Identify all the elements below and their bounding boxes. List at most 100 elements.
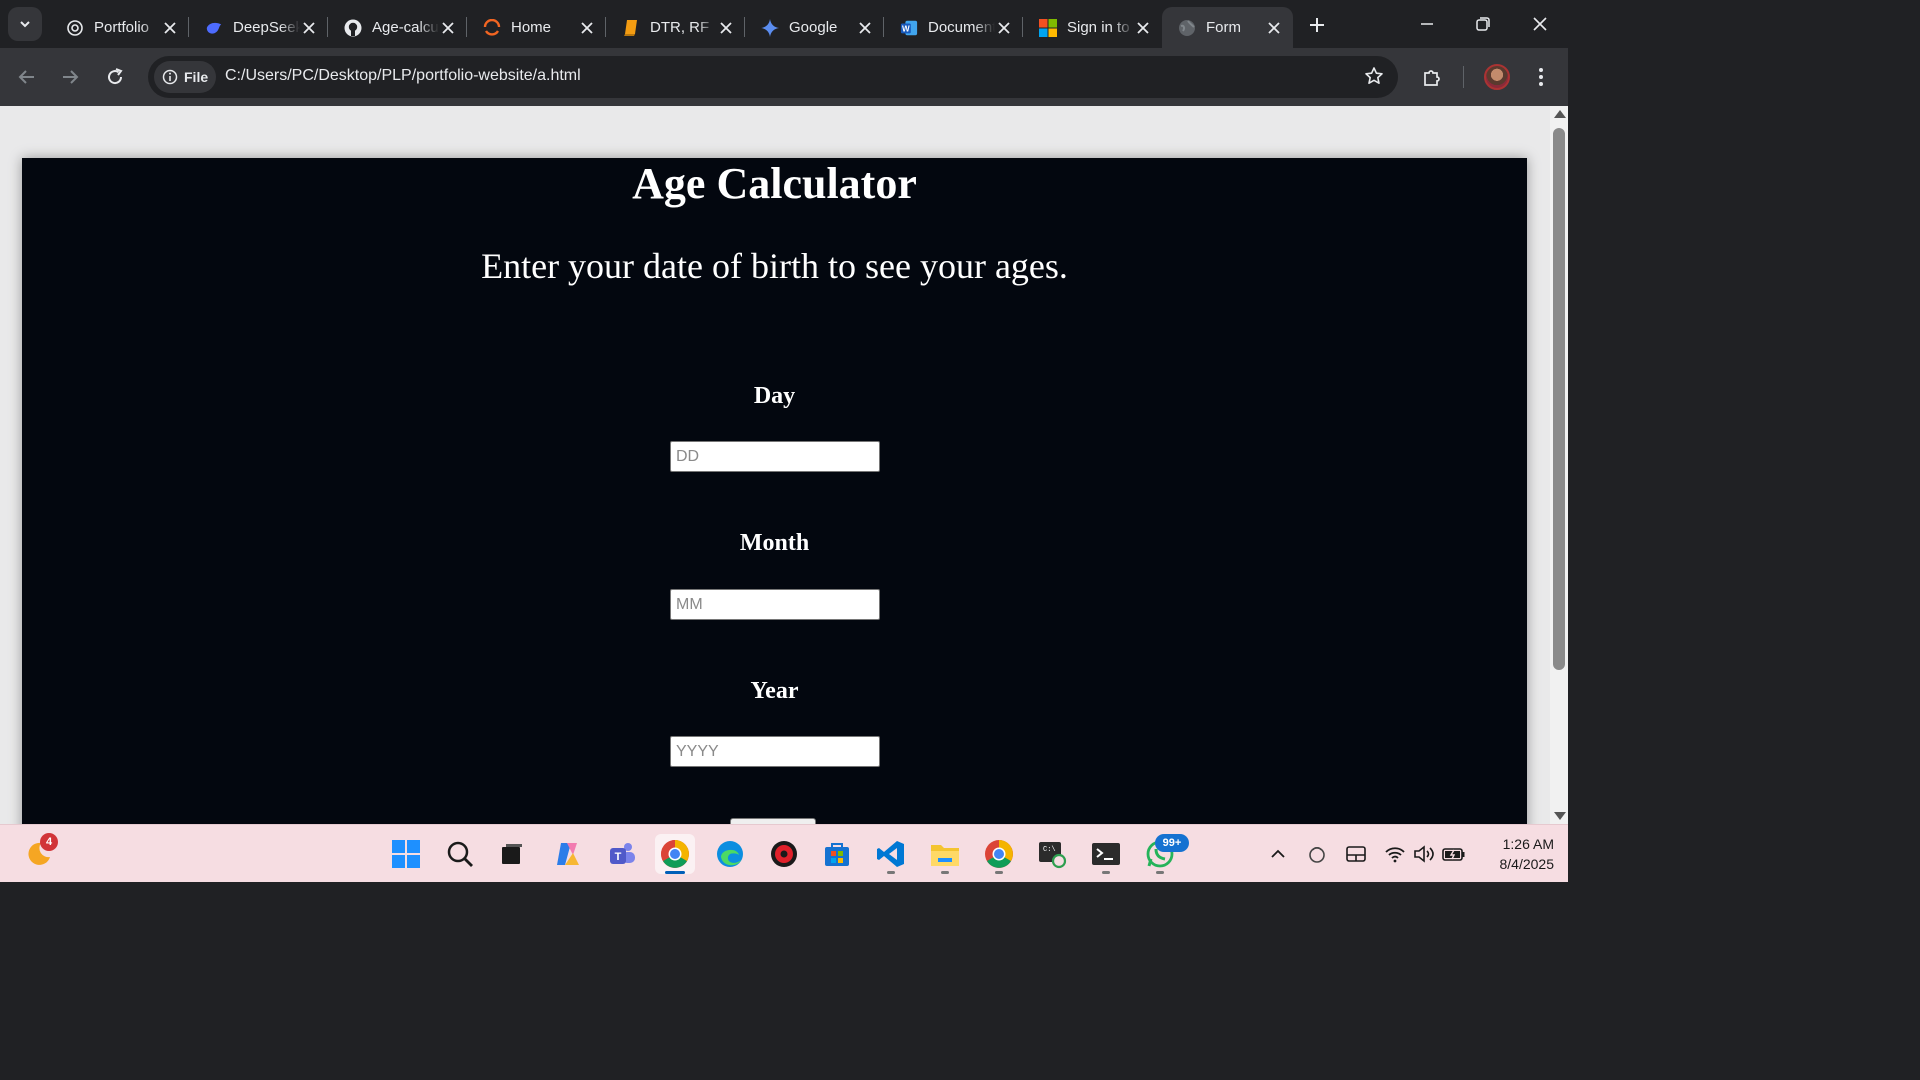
teams-icon: T <box>610 843 635 864</box>
copilot-button[interactable] <box>548 834 588 874</box>
tab-title: Home <box>511 19 552 36</box>
page-subtitle: Enter your date of birth to see your age… <box>481 246 1068 286</box>
address-bar[interactable]: File C:/Users/PC/Desktop/PLP/portfolio-w… <box>148 56 1398 98</box>
close-icon <box>1533 17 1547 31</box>
close-icon[interactable] <box>300 19 318 37</box>
task-view-button[interactable] <box>492 834 532 874</box>
app-red-button[interactable] <box>764 834 804 874</box>
extensions-button[interactable] <box>1416 61 1448 93</box>
clock-time: 1:26 AM <box>1502 836 1554 852</box>
page-title: Age Calculator <box>632 159 917 208</box>
tab-title: Portfolio <box>94 19 150 36</box>
toolbar-divider <box>1463 66 1464 88</box>
openai-icon <box>66 19 84 37</box>
close-icon[interactable] <box>995 19 1013 37</box>
tab-title: Form <box>1206 19 1241 36</box>
minimize-button[interactable] <box>1407 8 1447 40</box>
teams-button[interactable]: T <box>602 834 642 874</box>
vscode-button[interactable] <box>871 834 911 874</box>
site-chip-label: File <box>184 69 209 85</box>
month-input[interactable] <box>670 589 880 620</box>
folder-icon <box>931 845 959 866</box>
battery-icon[interactable] <box>1442 843 1466 865</box>
new-tab-button[interactable] <box>1302 10 1332 40</box>
scroll-down-arrow-icon[interactable] <box>1554 812 1566 820</box>
wifi-icon[interactable] <box>1383 843 1407 865</box>
tab-age-calculator[interactable]: Age-calculator <box>328 7 467 48</box>
svg-text:C:\: C:\ <box>1043 846 1056 854</box>
store-button[interactable] <box>817 834 857 874</box>
close-icon[interactable] <box>717 19 735 37</box>
scrollbar-thumb[interactable] <box>1553 128 1565 670</box>
site-info-chip[interactable]: File <box>154 61 216 93</box>
onedrive-tray-icon[interactable] <box>1305 843 1329 865</box>
windows-taskbar: 4 T C:\ 99+ 1:26 AM 8/4/2025 <box>0 824 1568 882</box>
year-input[interactable] <box>670 736 880 767</box>
tab-deepseek[interactable]: DeepSeek <box>189 7 328 48</box>
tab-home[interactable]: Home <box>467 7 606 48</box>
tab-strip: Portfolio DeepSeek Age-calculator Home D… <box>0 0 1568 48</box>
close-icon[interactable] <box>1134 19 1152 37</box>
globe-icon <box>1178 19 1196 37</box>
home-site-icon <box>483 18 501 37</box>
browser-toolbar: File C:/Users/PC/Desktop/PLP/portfolio-w… <box>0 48 1568 106</box>
tab-form[interactable]: Form <box>1162 7 1293 48</box>
close-window-button[interactable] <box>1520 8 1560 40</box>
start-button[interactable] <box>386 834 426 874</box>
file-explorer-button[interactable] <box>925 834 965 874</box>
chrome-2-button[interactable] <box>979 834 1019 874</box>
forward-button[interactable] <box>54 61 86 93</box>
restore-button[interactable] <box>1463 8 1503 40</box>
cmd-button[interactable]: C:\ <box>1032 834 1072 874</box>
clock-date: 8/4/2025 <box>1499 856 1555 872</box>
close-icon[interactable] <box>856 19 874 37</box>
system-clock[interactable]: 1:26 AM 8/4/2025 <box>1474 834 1555 874</box>
gemini-icon <box>761 18 779 37</box>
tab-sign-in[interactable]: Sign in to <box>1023 7 1162 48</box>
menu-button[interactable] <box>1525 61 1557 93</box>
url-text[interactable]: C:/Users/PC/Desktop/PLP/portfolio-websit… <box>225 67 581 85</box>
page-viewport: Age Calculator Enter your date of birth … <box>0 106 1550 824</box>
close-icon[interactable] <box>161 19 179 37</box>
month-label: Month <box>739 530 810 556</box>
tab-dtr[interactable]: DTR, RF <box>606 7 745 48</box>
back-button[interactable] <box>11 61 43 93</box>
whatsapp-badge: 99+ <box>1155 834 1189 852</box>
show-hidden-icons-button[interactable] <box>1266 843 1290 865</box>
arrow-left-icon <box>18 70 34 84</box>
close-icon[interactable] <box>578 19 596 37</box>
day-input[interactable] <box>670 441 880 472</box>
reload-button[interactable] <box>99 61 131 93</box>
chrome-taskbar-button[interactable] <box>655 834 695 874</box>
info-icon <box>162 69 178 85</box>
command-prompt-icon: C:\ <box>1039 842 1067 869</box>
close-icon[interactable] <box>439 19 457 37</box>
svg-text:T: T <box>615 851 622 863</box>
running-indicator <box>1102 871 1110 874</box>
github-icon <box>344 19 362 37</box>
volume-icon[interactable] <box>1412 843 1436 865</box>
search-button[interactable] <box>440 834 480 874</box>
terminal-button[interactable] <box>1086 834 1126 874</box>
edge-button[interactable] <box>710 834 750 874</box>
tablet-mode-tray-icon[interactable] <box>1344 843 1368 865</box>
page-scrollbar[interactable] <box>1550 106 1568 824</box>
puzzle-icon <box>1424 70 1440 86</box>
whatsapp-button[interactable]: 99+ <box>1140 834 1189 874</box>
profile-avatar[interactable] <box>1484 64 1510 90</box>
tab-google[interactable]: Google <box>745 7 884 48</box>
bookmark-star-icon[interactable] <box>1364 66 1384 91</box>
tab-title: Age-calculator <box>372 19 439 36</box>
tab-portfolio[interactable]: Portfolio <box>50 7 189 48</box>
year-label: Year <box>750 678 799 704</box>
chevron-down-icon <box>20 21 30 28</box>
close-icon[interactable] <box>1265 19 1283 37</box>
scroll-up-arrow-icon[interactable] <box>1554 110 1566 118</box>
chrome-icon <box>985 840 1013 868</box>
book-icon <box>622 19 640 37</box>
tab-title: Sign in to <box>1067 19 1130 36</box>
tab-document[interactable]: W Document <box>884 7 1023 48</box>
tab-search-button[interactable] <box>8 7 42 41</box>
minimize-icon <box>1421 23 1433 25</box>
widgets-button[interactable]: 4 <box>18 833 58 874</box>
